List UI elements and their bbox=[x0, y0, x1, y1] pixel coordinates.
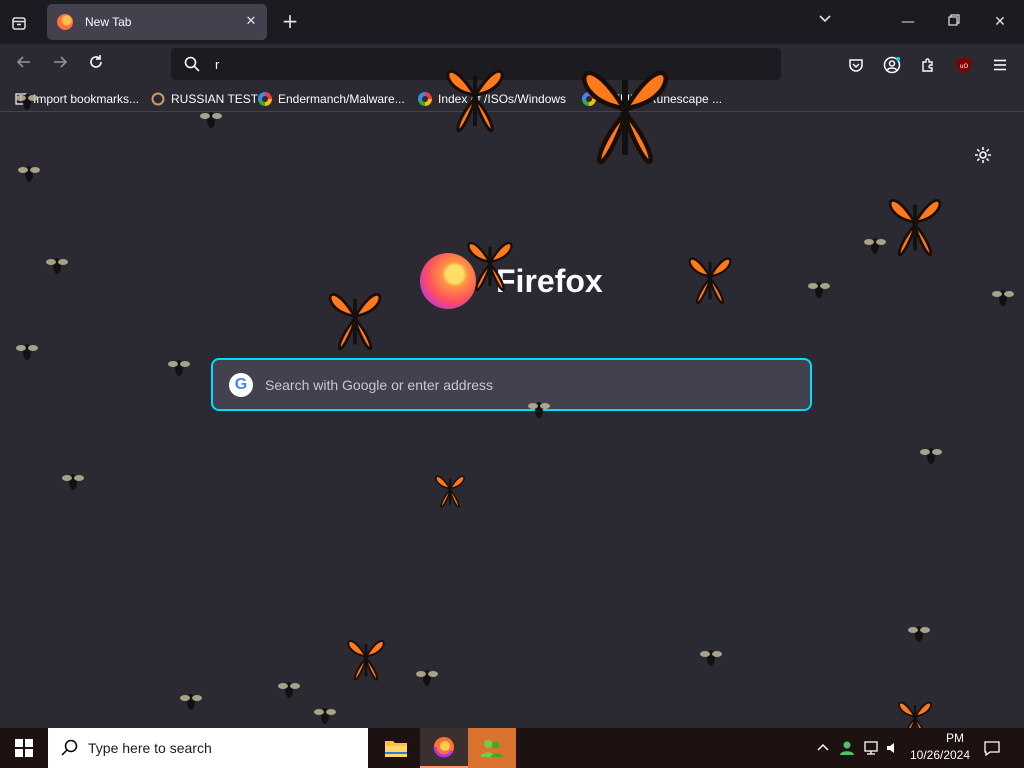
account-button[interactable] bbox=[881, 54, 903, 76]
google-icon bbox=[582, 92, 596, 106]
windows-icon bbox=[15, 739, 33, 757]
search-input[interactable] bbox=[265, 374, 785, 396]
customize-button[interactable] bbox=[973, 145, 993, 165]
notification-icon bbox=[984, 741, 1000, 756]
clock-date: 10/26/2024 bbox=[909, 748, 971, 762]
arrow-right-icon bbox=[54, 56, 68, 68]
firefox-taskbar-button[interactable] bbox=[420, 728, 468, 768]
pocket-button[interactable] bbox=[845, 54, 867, 76]
search-icon bbox=[184, 56, 200, 72]
bookmark-russian-test[interactable]: RUSSIAN TEST bbox=[151, 90, 258, 108]
google-icon: G bbox=[229, 373, 253, 397]
tab-strip: New Tab ✕ + — ✕ bbox=[0, 0, 1024, 44]
search-icon bbox=[61, 739, 78, 756]
taskbar-search-input[interactable] bbox=[88, 737, 358, 759]
close-window-button[interactable]: ✕ bbox=[986, 8, 1014, 36]
new-tab-page: Firefox G bbox=[0, 113, 1024, 728]
new-tab-button[interactable]: + bbox=[278, 10, 302, 34]
chevron-down-icon[interactable] bbox=[814, 12, 836, 34]
puzzle-icon bbox=[922, 58, 933, 72]
bookmark-label: Index of /ISOs/Windows bbox=[438, 92, 567, 106]
tab-new-tab[interactable]: New Tab ✕ bbox=[47, 4, 267, 40]
speaker-icon bbox=[887, 743, 894, 753]
firefox-view-icon bbox=[12, 17, 26, 30]
extensions-button[interactable] bbox=[917, 54, 939, 76]
site-icon bbox=[151, 92, 165, 106]
forward-button[interactable] bbox=[47, 52, 73, 78]
menu-button[interactable] bbox=[989, 54, 1011, 76]
taskbar-clock[interactable]: PM 10/26/2024 bbox=[900, 730, 980, 766]
firefox-view-button[interactable] bbox=[6, 10, 32, 36]
import-icon bbox=[15, 93, 27, 105]
reload-icon bbox=[90, 55, 102, 68]
address-input[interactable] bbox=[215, 53, 755, 75]
ublock-button[interactable]: uO bbox=[953, 54, 975, 76]
minimize-button[interactable]: — bbox=[894, 8, 922, 36]
firefox-brand: Firefox bbox=[420, 253, 603, 309]
bookmark-import[interactable]: Import bookmarks... bbox=[14, 90, 139, 108]
bookmark-label: Endermanch/Malware... bbox=[278, 92, 405, 106]
taskbar: PM 10/26/2024 bbox=[0, 728, 1024, 768]
google-icon bbox=[258, 92, 272, 106]
people-tray-button[interactable] bbox=[836, 728, 858, 768]
bookmarks-toolbar: Import bookmarks... RUSSIAN TEST Enderma… bbox=[0, 86, 1024, 112]
google-icon bbox=[418, 92, 432, 106]
user-icon bbox=[840, 741, 854, 755]
hamburger-icon bbox=[994, 59, 1006, 71]
firefox-icon bbox=[433, 737, 454, 758]
network-tray-button[interactable] bbox=[860, 728, 882, 768]
close-tab-icon[interactable]: ✕ bbox=[243, 14, 259, 30]
arrow-left-icon bbox=[16, 56, 30, 68]
gear-icon bbox=[975, 147, 991, 163]
folder-icon bbox=[385, 741, 407, 757]
pocket-icon bbox=[849, 59, 863, 72]
bookmark-isos[interactable]: Index of /ISOs/Windows bbox=[418, 90, 566, 108]
maximize-button[interactable] bbox=[940, 8, 968, 36]
firefox-wordmark: Firefox bbox=[496, 262, 603, 299]
bookmark-endermanch[interactable]: Endermanch/Malware... bbox=[258, 90, 405, 108]
bookmark-label: MEMZ - Runescape ... bbox=[602, 92, 723, 106]
bookmark-memz[interactable]: MEMZ - Runescape ... bbox=[582, 90, 722, 108]
firefox-logo-icon bbox=[420, 253, 476, 309]
start-button[interactable] bbox=[0, 728, 48, 768]
back-button[interactable] bbox=[11, 52, 37, 78]
ublock-icon: uO bbox=[957, 57, 971, 73]
svg-text:uO: uO bbox=[960, 63, 969, 70]
search-box[interactable]: G bbox=[211, 358, 812, 411]
account-icon bbox=[883, 56, 901, 74]
reload-button[interactable] bbox=[83, 52, 109, 78]
chevron-up-icon bbox=[817, 743, 829, 751]
clock-time: PM bbox=[946, 731, 964, 745]
taskbar-search[interactable] bbox=[48, 728, 368, 768]
bookmark-label: RUSSIAN TEST bbox=[171, 92, 259, 106]
tab-title: New Tab bbox=[85, 15, 132, 29]
file-explorer-button[interactable] bbox=[372, 728, 420, 768]
action-center-button[interactable] bbox=[980, 728, 1004, 768]
memz-taskbar-button[interactable] bbox=[468, 728, 516, 768]
bookmark-label: Import bookmarks... bbox=[33, 92, 140, 106]
address-bar[interactable] bbox=[171, 48, 781, 80]
navigation-toolbar: uO bbox=[0, 44, 1024, 86]
network-icon bbox=[864, 741, 878, 755]
show-hidden-icons-button[interactable] bbox=[812, 728, 834, 768]
users-icon bbox=[481, 740, 503, 757]
firefox-tab-icon bbox=[57, 14, 73, 30]
